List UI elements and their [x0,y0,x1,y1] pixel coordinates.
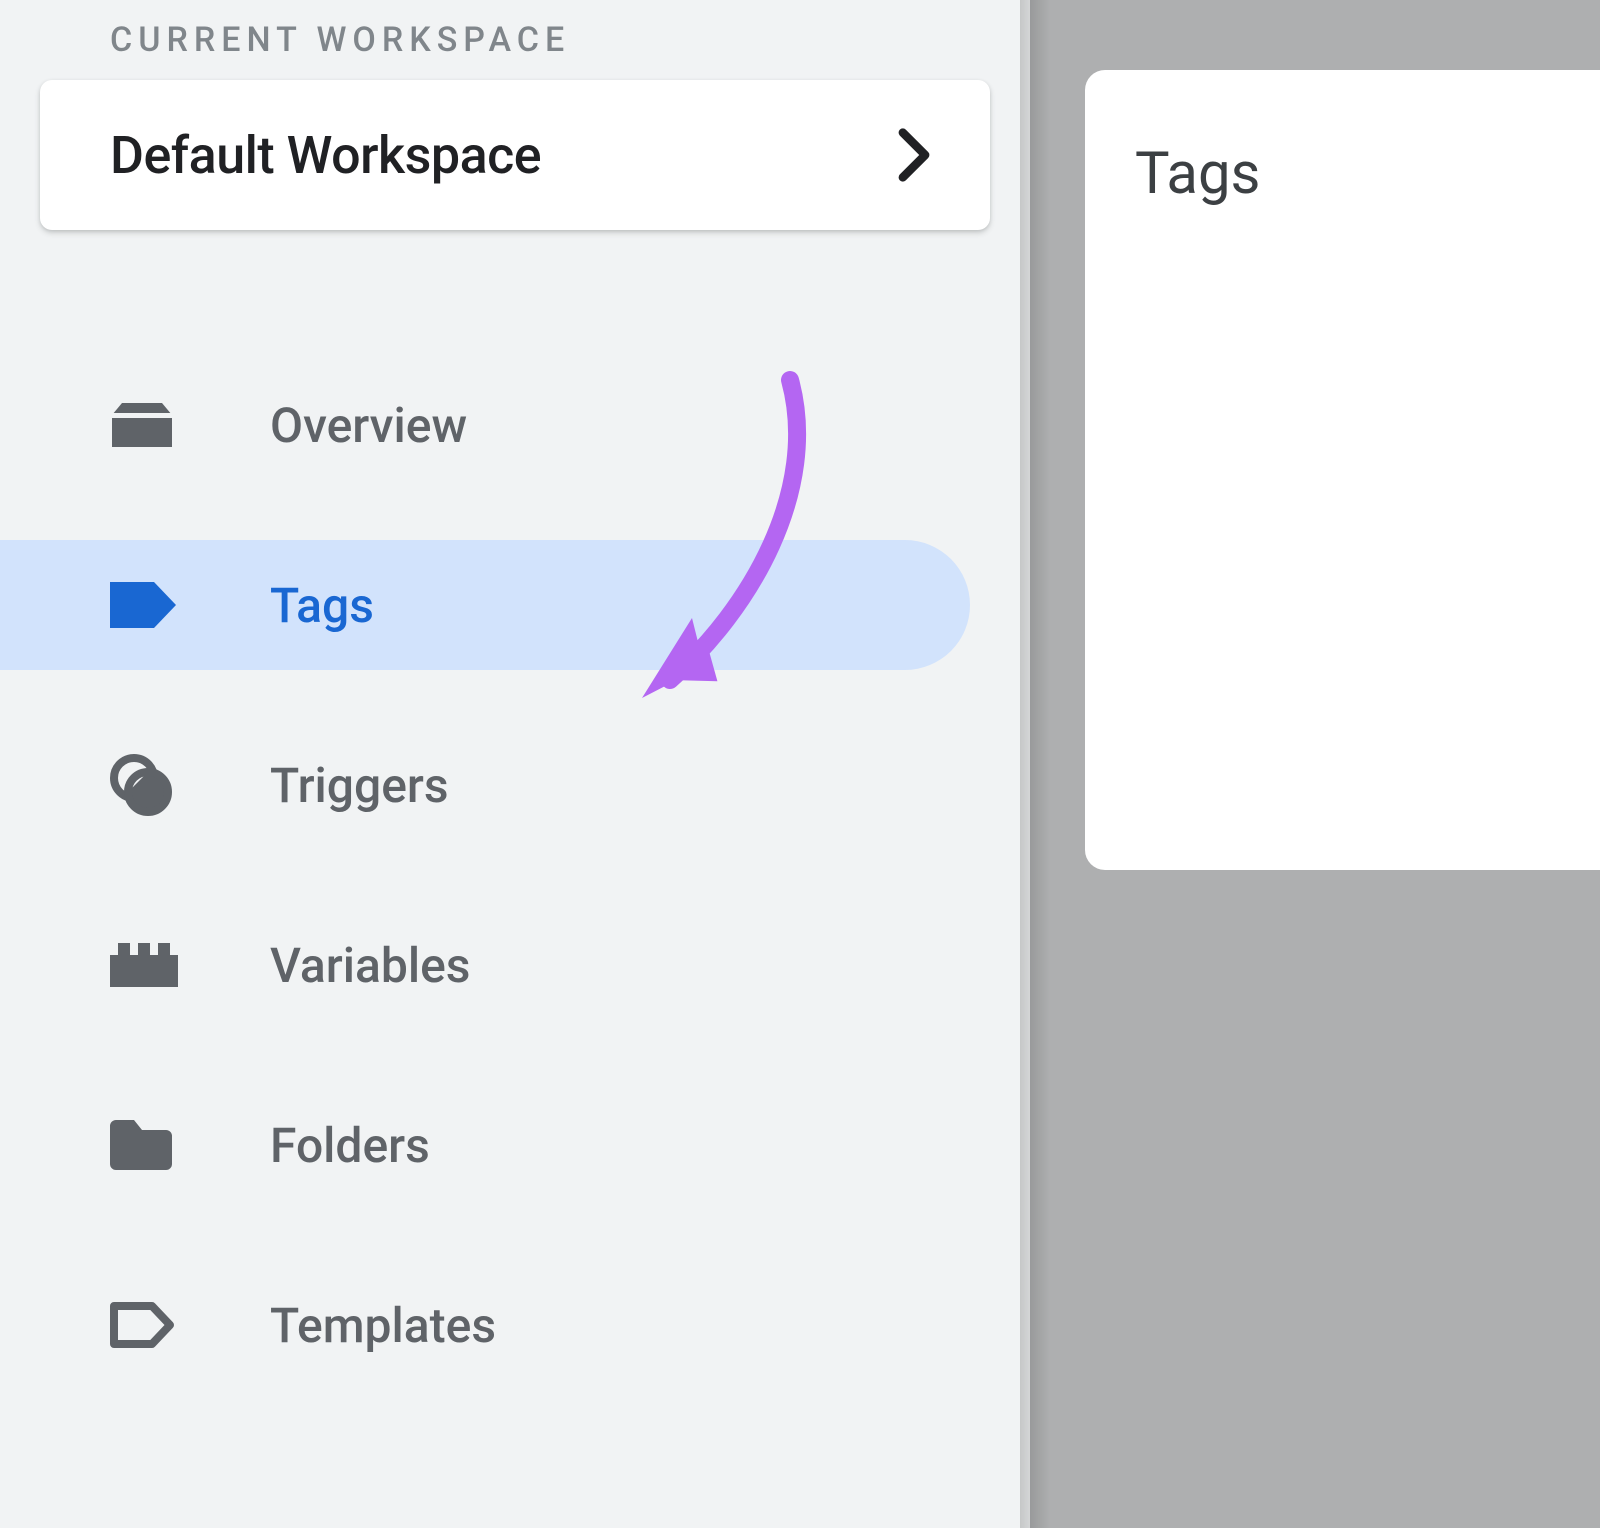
sidebar-item-label: Variables [270,937,470,994]
panel-title: Tags [1135,140,1555,208]
overlap-circles-icon [110,754,180,816]
sidebar-item-templates[interactable]: Templates [0,1260,970,1390]
inbox-icon [110,399,180,451]
sidebar-item-label: Tags [270,577,374,634]
workspace-selector[interactable]: Default Workspace [40,80,990,230]
sidebar-item-label: Folders [270,1117,430,1174]
sidebar-nav: Overview Tags Triggers [0,360,1030,1390]
modal-overlay: Tags [1030,0,1600,1528]
sidebar-item-tags[interactable]: Tags [0,540,970,670]
tag-outline-icon [110,1302,180,1348]
tag-icon [110,582,180,628]
sidebar-item-overview[interactable]: Overview [0,360,970,490]
folder-icon [110,1120,180,1170]
workspace-section-header: CURRENT WORKSPACE [0,20,1030,60]
sidebar: CURRENT WORKSPACE Default Workspace Over… [0,0,1030,1528]
workspace-name: Default Workspace [110,125,541,186]
sidebar-item-label: Overview [270,397,467,454]
sidebar-item-folders[interactable]: Folders [0,1080,970,1210]
brick-icon [110,943,180,987]
sidebar-item-label: Templates [270,1297,496,1354]
tags-panel: Tags [1085,70,1600,870]
sidebar-item-triggers[interactable]: Triggers [0,720,970,850]
sidebar-item-label: Triggers [270,757,449,814]
sidebar-item-variables[interactable]: Variables [0,900,970,1030]
chevron-right-icon [896,127,932,183]
